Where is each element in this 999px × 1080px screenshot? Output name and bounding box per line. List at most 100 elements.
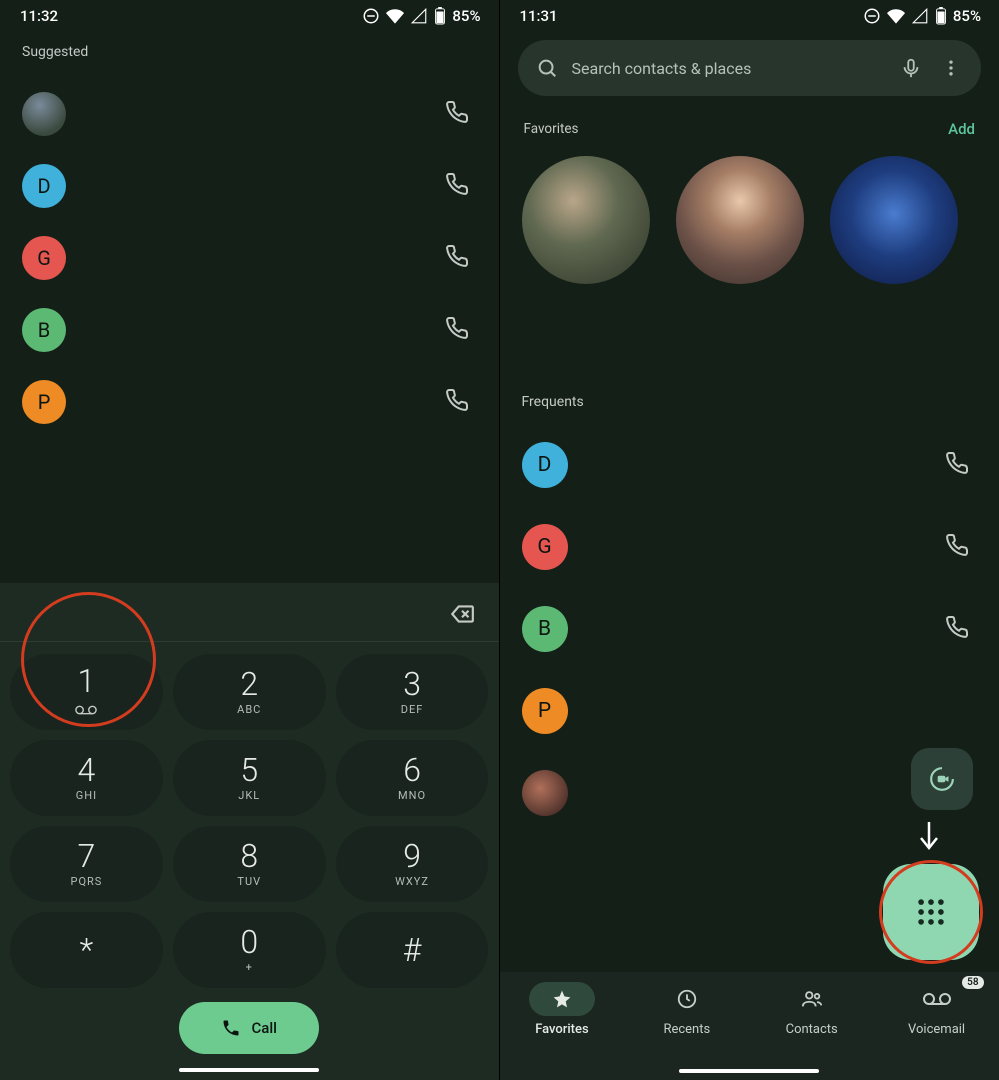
avatar: B xyxy=(522,606,568,652)
phone-icon[interactable] xyxy=(945,615,969,643)
phone-icon[interactable] xyxy=(445,244,469,272)
key-letters: JKL xyxy=(238,789,260,802)
frequent-row[interactable]: D xyxy=(500,424,999,506)
suggested-row[interactable]: B xyxy=(0,294,499,366)
screen-favorites: 11:31 85% Search contacts & places Favor… xyxy=(500,0,999,1080)
home-indicator[interactable] xyxy=(179,1068,319,1072)
suggested-row[interactable] xyxy=(0,78,499,150)
call-button[interactable]: Call xyxy=(179,1002,319,1054)
dialpad-icon xyxy=(914,895,948,929)
bottom-nav: Favorites Recents Contacts 58 Voicemail xyxy=(500,972,999,1080)
nav-contacts[interactable]: Contacts xyxy=(749,982,874,1037)
battery-icon xyxy=(935,7,947,25)
add-favorite-button[interactable]: Add xyxy=(948,120,975,138)
key-letters: DEF xyxy=(401,703,424,716)
suggested-row[interactable]: P xyxy=(0,366,499,438)
key-2[interactable]: 2ABC xyxy=(173,654,326,730)
phone-icon[interactable] xyxy=(445,388,469,416)
key-3[interactable]: 3DEF xyxy=(336,654,489,730)
key-digit: 2 xyxy=(240,668,258,700)
suggested-list: D G B P xyxy=(0,68,499,438)
wifi-icon xyxy=(887,7,905,25)
key-letters: PQRS xyxy=(71,875,103,888)
dnd-icon xyxy=(863,7,881,25)
search-icon xyxy=(536,57,558,79)
avatar: G xyxy=(22,236,66,280)
avatar xyxy=(522,770,568,816)
dialpad-fab[interactable] xyxy=(883,864,979,960)
phone-icon[interactable] xyxy=(945,533,969,561)
search-bar[interactable]: Search contacts & places xyxy=(518,40,982,96)
voicemail-badge: 58 xyxy=(962,976,983,989)
key-letters: MNO xyxy=(398,789,426,802)
people-icon xyxy=(800,988,824,1010)
phone-icon[interactable] xyxy=(445,172,469,200)
avatar: P xyxy=(522,688,568,734)
key-5[interactable]: 5 JKL xyxy=(173,740,326,816)
backspace-button[interactable] xyxy=(449,601,475,631)
nav-label: Recents xyxy=(663,1022,710,1037)
key-8[interactable]: 8TUV xyxy=(173,826,326,902)
key-letters: WXYZ xyxy=(395,875,429,888)
phone-icon[interactable] xyxy=(945,451,969,479)
frequent-row[interactable]: P xyxy=(500,670,999,752)
key-digit: 1 xyxy=(78,665,96,697)
favorites-header: Favorites Add xyxy=(500,106,999,148)
voice-search-button[interactable] xyxy=(891,57,931,79)
status-bar: 11:32 85% xyxy=(0,0,499,28)
suggested-label: Suggested xyxy=(0,28,499,68)
video-call-fab[interactable] xyxy=(911,748,973,810)
key-7[interactable]: 7 PQRS xyxy=(10,826,163,902)
key-digit: 0 xyxy=(240,926,258,958)
avatar-initial: D xyxy=(37,174,50,198)
voicemail-icon xyxy=(75,701,97,720)
wifi-icon xyxy=(386,7,404,25)
voicemail-icon xyxy=(923,991,951,1007)
avatar-initial: P xyxy=(538,699,551,723)
signal-icon xyxy=(410,7,428,25)
call-row: Call xyxy=(0,994,499,1064)
suggested-row[interactable]: D xyxy=(0,150,499,222)
key-0[interactable]: 0+ xyxy=(173,912,326,988)
favorite-contact[interactable] xyxy=(522,156,650,284)
key-digit: 8 xyxy=(240,840,258,872)
favorites-row xyxy=(500,148,999,304)
status-bar: 11:31 85% xyxy=(500,0,999,28)
home-indicator[interactable] xyxy=(679,1069,819,1073)
favorite-contact[interactable] xyxy=(830,156,958,284)
screen-dialer: 11:32 85% Suggested D G B xyxy=(0,0,500,1080)
avatar: D xyxy=(522,442,568,488)
avatar: B xyxy=(22,308,66,352)
suggested-row[interactable]: G xyxy=(0,222,499,294)
key-6[interactable]: 6 MNO xyxy=(336,740,489,816)
signal-icon xyxy=(911,7,929,25)
key-9[interactable]: 9WXYZ xyxy=(336,826,489,902)
avatar: P xyxy=(22,380,66,424)
avatar-initial: P xyxy=(38,390,51,414)
phone-icon[interactable] xyxy=(445,100,469,128)
avatar-initial: G xyxy=(37,246,51,270)
more-button[interactable] xyxy=(931,58,971,78)
favorite-contact[interactable] xyxy=(676,156,804,284)
nav-favorites[interactable]: Favorites xyxy=(500,982,625,1037)
video-icon xyxy=(929,766,955,792)
key-digit: * xyxy=(80,934,94,966)
battery-percent: 85% xyxy=(953,7,981,25)
key-4[interactable]: 4GHI xyxy=(10,740,163,816)
key-digit: 7 xyxy=(78,840,96,872)
annotation-arrow xyxy=(917,820,941,856)
star-icon xyxy=(552,989,572,1009)
phone-icon[interactable] xyxy=(445,316,469,344)
frequent-row[interactable]: G xyxy=(500,506,999,588)
key-star[interactable]: * xyxy=(10,912,163,988)
key-digit: 5 xyxy=(240,754,258,786)
key-digit: 6 xyxy=(403,754,421,786)
key-digit: 4 xyxy=(78,754,96,786)
key-1[interactable]: 1 xyxy=(10,654,163,730)
dnd-icon xyxy=(362,7,380,25)
frequent-row[interactable]: B xyxy=(500,588,999,670)
key-hash[interactable]: # xyxy=(336,912,489,988)
nav-voicemail[interactable]: 58 Voicemail xyxy=(874,982,999,1037)
nav-recents[interactable]: Recents xyxy=(624,982,749,1037)
phone-icon xyxy=(221,1018,241,1038)
